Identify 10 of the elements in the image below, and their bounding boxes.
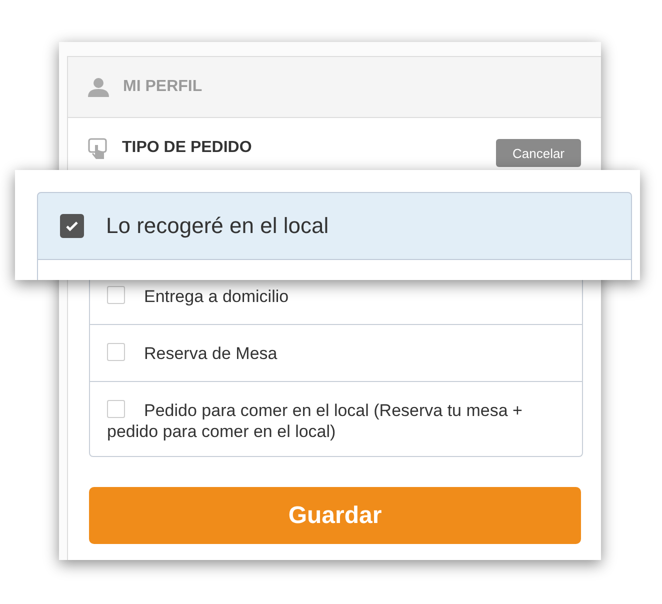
option-label[interactable]: Reserva de Mesa bbox=[107, 343, 566, 364]
selected-option[interactable]: Lo recogeré en el local bbox=[37, 192, 632, 260]
option-label[interactable]: Entrega a domicilio bbox=[107, 286, 566, 307]
checkbox[interactable] bbox=[60, 214, 84, 238]
person-icon bbox=[88, 77, 109, 97]
order-type-title: TIPO DE PEDIDO bbox=[122, 138, 252, 158]
tap-icon bbox=[88, 138, 108, 160]
option-label[interactable]: Pedido para comer en el local (Reserva tu mesa + pedido para comer en el local) bbox=[107, 400, 566, 442]
option-label: Lo recogeré en el local bbox=[106, 213, 329, 239]
profile-label: MI PERFIL bbox=[123, 78, 202, 96]
